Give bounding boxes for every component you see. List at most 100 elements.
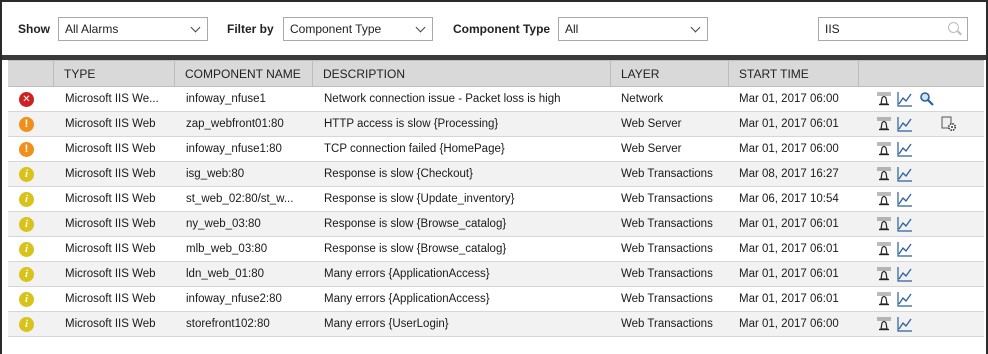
header-component-name[interactable]: COMPONENT NAME: [174, 61, 312, 87]
cell-description: Response is slow {Checkout}: [324, 168, 473, 180]
info-circle-icon: i: [19, 167, 34, 182]
alarm-bell-icon[interactable]: [876, 316, 892, 335]
line-graph-icon[interactable]: [897, 266, 913, 285]
alarm-bell-icon[interactable]: [876, 266, 892, 285]
alarm-bell-icon[interactable]: [876, 141, 892, 160]
alarm-window: Show All Alarms Filter by Component Type…: [2, 2, 986, 354]
header-start-time[interactable]: START TIME: [728, 61, 858, 87]
alarm-bell-icon[interactable]: [876, 166, 892, 185]
alarm-bell-icon[interactable]: [876, 191, 892, 210]
cell-description: TCP connection failed {HomePage}: [324, 143, 505, 155]
chevron-down-icon: [415, 22, 426, 33]
cell-layer: Web Transactions: [621, 318, 713, 330]
header-layer[interactable]: LAYER: [610, 61, 728, 87]
alarm-bell-icon[interactable]: [876, 116, 892, 135]
header-type[interactable]: TYPE: [53, 61, 174, 87]
table-row[interactable]: i Microsoft IIS Web ny_web_03:80 Response i…: [8, 212, 984, 237]
table-row[interactable]: i Microsoft IIS Web st_web_02:80/st_w... Re…: [8, 187, 984, 212]
exclamation-circle-icon: !: [19, 142, 34, 157]
cell-type: Microsoft IIS Web: [65, 118, 156, 130]
show-select[interactable]: All Alarms: [58, 17, 208, 41]
cell-start-time: Mar 06, 2017 10:54: [739, 193, 839, 205]
search-input[interactable]: IIS: [818, 17, 968, 41]
header-severity: [8, 61, 53, 87]
info-circle-icon: i: [19, 217, 34, 232]
header-description[interactable]: DESCRIPTION: [312, 61, 610, 87]
line-graph-icon[interactable]: [897, 291, 913, 310]
info-circle-icon: i: [19, 192, 34, 207]
component-type-select[interactable]: All: [558, 17, 708, 41]
cell-start-time: Mar 08, 2017 16:27: [739, 168, 839, 180]
cell-component-name: zap_webfront01:80: [186, 118, 284, 130]
cell-description: Network connection issue - Packet loss i…: [324, 93, 561, 105]
cell-description: Response is slow {Browse_catalog}: [324, 243, 507, 255]
magnifier-icon[interactable]: [919, 91, 935, 110]
cell-start-time: Mar 01, 2017 06:01: [739, 293, 839, 305]
line-graph-icon[interactable]: [897, 116, 913, 135]
info-circle-icon: i: [19, 317, 34, 332]
cell-layer: Web Transactions: [621, 168, 713, 180]
cell-component-name: infoway_nfuse1: [186, 93, 266, 105]
cell-description: HTTP access is slow {Processing}: [324, 118, 499, 130]
table-row[interactable]: i Microsoft IIS Web ldn_web_01:80 Many erro…: [8, 262, 984, 287]
cell-description: Response is slow {Update_inventory}: [324, 193, 515, 205]
table-row[interactable]: ! Microsoft IIS Web infoway_nfuse1:80 TCP c…: [8, 137, 984, 162]
filter-by-label: Filter by: [227, 22, 274, 36]
cell-type: Microsoft IIS Web: [65, 168, 156, 180]
chevron-down-icon: [190, 22, 201, 33]
component-type-select-value: All: [565, 22, 579, 36]
alarm-bell-icon[interactable]: [876, 291, 892, 310]
line-graph-icon[interactable]: [897, 191, 913, 210]
cell-start-time: Mar 01, 2017 06:00: [739, 93, 839, 105]
cell-component-name: storefront102:80: [186, 318, 270, 330]
table-header: TYPE COMPONENT NAME DESCRIPTION LAYER ST…: [8, 60, 984, 87]
line-graph-icon[interactable]: [897, 141, 913, 160]
cell-type: Microsoft IIS Web: [65, 218, 156, 230]
filter-by-select-value: Component Type: [290, 22, 382, 36]
info-circle-icon: i: [19, 242, 34, 257]
table-row[interactable]: i Microsoft IIS Web infoway_nfuse2:80 Many …: [8, 287, 984, 312]
cell-layer: Web Transactions: [621, 268, 713, 280]
component-type-label: Component Type: [453, 22, 551, 36]
cell-type: Microsoft IIS Web: [65, 193, 156, 205]
cell-layer: Network: [621, 93, 664, 105]
search-icon[interactable]: [948, 22, 959, 33]
cell-type: Microsoft IIS We...: [65, 93, 159, 105]
cell-layer: Web Transactions: [621, 193, 713, 205]
cell-start-time: Mar 01, 2017 06:01: [739, 218, 839, 230]
cell-start-time: Mar 01, 2017 06:01: [739, 268, 839, 280]
cell-component-name: ldn_web_01:80: [186, 268, 265, 280]
table-row[interactable]: ✕ Microsoft IIS We... infoway_nfuse1 Networ…: [8, 87, 984, 112]
cell-layer: Web Server: [621, 118, 682, 130]
line-graph-icon[interactable]: [897, 166, 913, 185]
table-row[interactable]: i Microsoft IIS Web isg_web:80 Response is …: [8, 162, 984, 187]
cell-type: Microsoft IIS Web: [65, 143, 156, 155]
line-graph-icon[interactable]: [897, 216, 913, 235]
table-row[interactable]: i Microsoft IIS Web mlb_web_03:80 Response …: [8, 237, 984, 262]
table-row[interactable]: ! Microsoft IIS Web zap_webfront01:80 HTTP …: [8, 112, 984, 137]
header-actions: [858, 61, 984, 87]
cell-description: Response is slow {Browse_catalog}: [324, 218, 507, 230]
filter-by-select[interactable]: Component Type: [283, 17, 433, 41]
line-graph-icon[interactable]: [897, 91, 913, 110]
cell-layer: Web Transactions: [621, 218, 713, 230]
chevron-down-icon: [690, 22, 701, 33]
cell-type: Microsoft IIS Web: [65, 318, 156, 330]
cell-type: Microsoft IIS Web: [65, 243, 156, 255]
cell-start-time: Mar 01, 2017 06:00: [739, 318, 839, 330]
table-row[interactable]: i Microsoft IIS Web storefront102:80 Many e…: [8, 312, 984, 337]
cell-type: Microsoft IIS Web: [65, 268, 156, 280]
alarm-table: TYPE COMPONENT NAME DESCRIPTION LAYER ST…: [8, 60, 984, 354]
show-select-value: All Alarms: [65, 22, 119, 36]
settings-gear-icon[interactable]: [941, 116, 957, 135]
cell-description: Many errors {ApplicationAccess}: [324, 293, 490, 305]
alarm-bell-icon[interactable]: [876, 241, 892, 260]
filter-bar: Show All Alarms Filter by Component Type…: [2, 2, 986, 54]
line-graph-icon[interactable]: [897, 241, 913, 260]
line-graph-icon[interactable]: [897, 316, 913, 335]
cell-layer: Web Server: [621, 143, 682, 155]
alarm-bell-icon[interactable]: [876, 91, 892, 110]
alarm-bell-icon[interactable]: [876, 216, 892, 235]
x-circle-icon: ✕: [19, 92, 34, 107]
cell-description: Many errors {UserLogin}: [324, 318, 449, 330]
